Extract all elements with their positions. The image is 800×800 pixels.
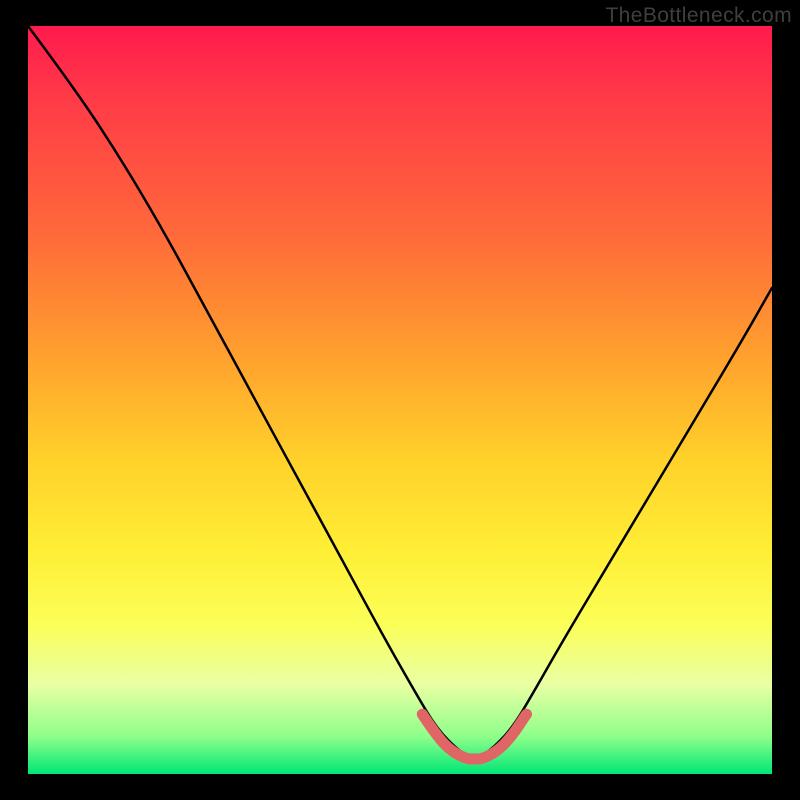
bottleneck-curve xyxy=(28,26,772,757)
watermark-text: TheBottleneck.com xyxy=(605,4,792,28)
sweet-spot-highlight xyxy=(422,714,526,759)
plot-area xyxy=(28,26,772,774)
chart-frame: TheBottleneck.com xyxy=(0,0,800,800)
bottleneck-curve-svg xyxy=(28,26,772,774)
